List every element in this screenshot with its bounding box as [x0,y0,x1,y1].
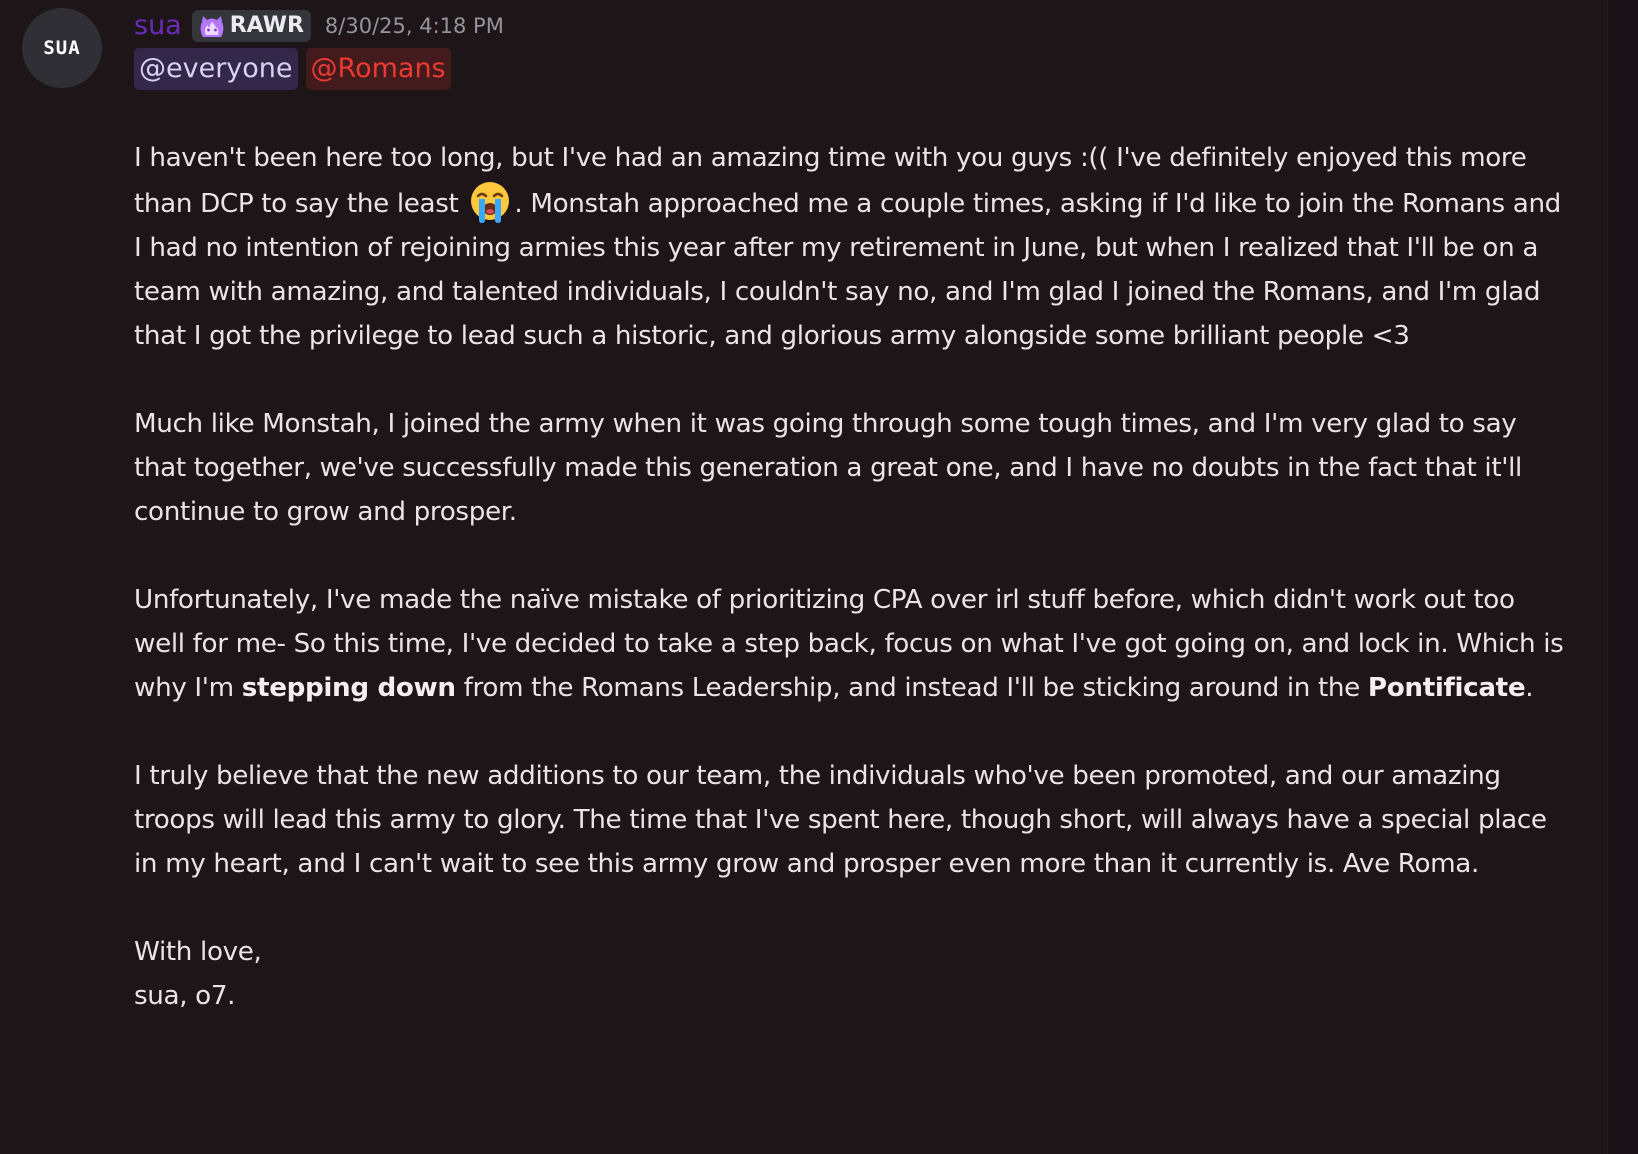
message-timestamp[interactable]: 8/30/25, 4:18 PM [325,8,504,44]
message-paragraph: Much like Monstah, I joined the army whe… [134,409,1522,527]
bold-text: Pontificate [1367,673,1526,703]
signoff-line: With love, [134,937,262,967]
purple-flame-cat-icon [198,13,226,39]
paragraph-text: from the Romans Leadership, and instead … [455,673,1368,703]
message-header: sua RAWR 8/30/25, 4:18 PM [134,8,504,44]
mention-everyone[interactable]: @everyone [134,48,298,90]
server-tag-badge[interactable]: RAWR [191,10,311,42]
mentions-row: @everyone @Romans [134,48,459,90]
loudly-crying-face-emoji[interactable] [467,180,513,224]
scrollbar-track[interactable] [1607,0,1638,1154]
message-content: I haven't been here too long, but I've h… [134,136,1564,1018]
message-signoff: With love, sua, o7. [134,930,1564,1018]
paragraph-text: . [1525,673,1534,703]
chat-message: SUA sua RAWR 8/30/25, 4:18 PM @everyone … [0,0,1600,1154]
message-paragraph: Unfortunately, I've made the naïve mista… [134,578,1564,710]
avatar-text: SUA [43,37,81,59]
message-paragraph: I haven't been here too long, but I've h… [134,136,1564,358]
signoff-line: sua, o7. [134,981,236,1011]
username[interactable]: sua [134,8,182,44]
mention-role-romans[interactable]: @Romans [305,48,451,90]
message-paragraph: I truly believe that the new additions t… [134,761,1547,879]
avatar[interactable]: SUA [22,8,102,88]
server-tag-label: RAWR [229,13,304,38]
bold-text: stepping down [241,673,456,703]
